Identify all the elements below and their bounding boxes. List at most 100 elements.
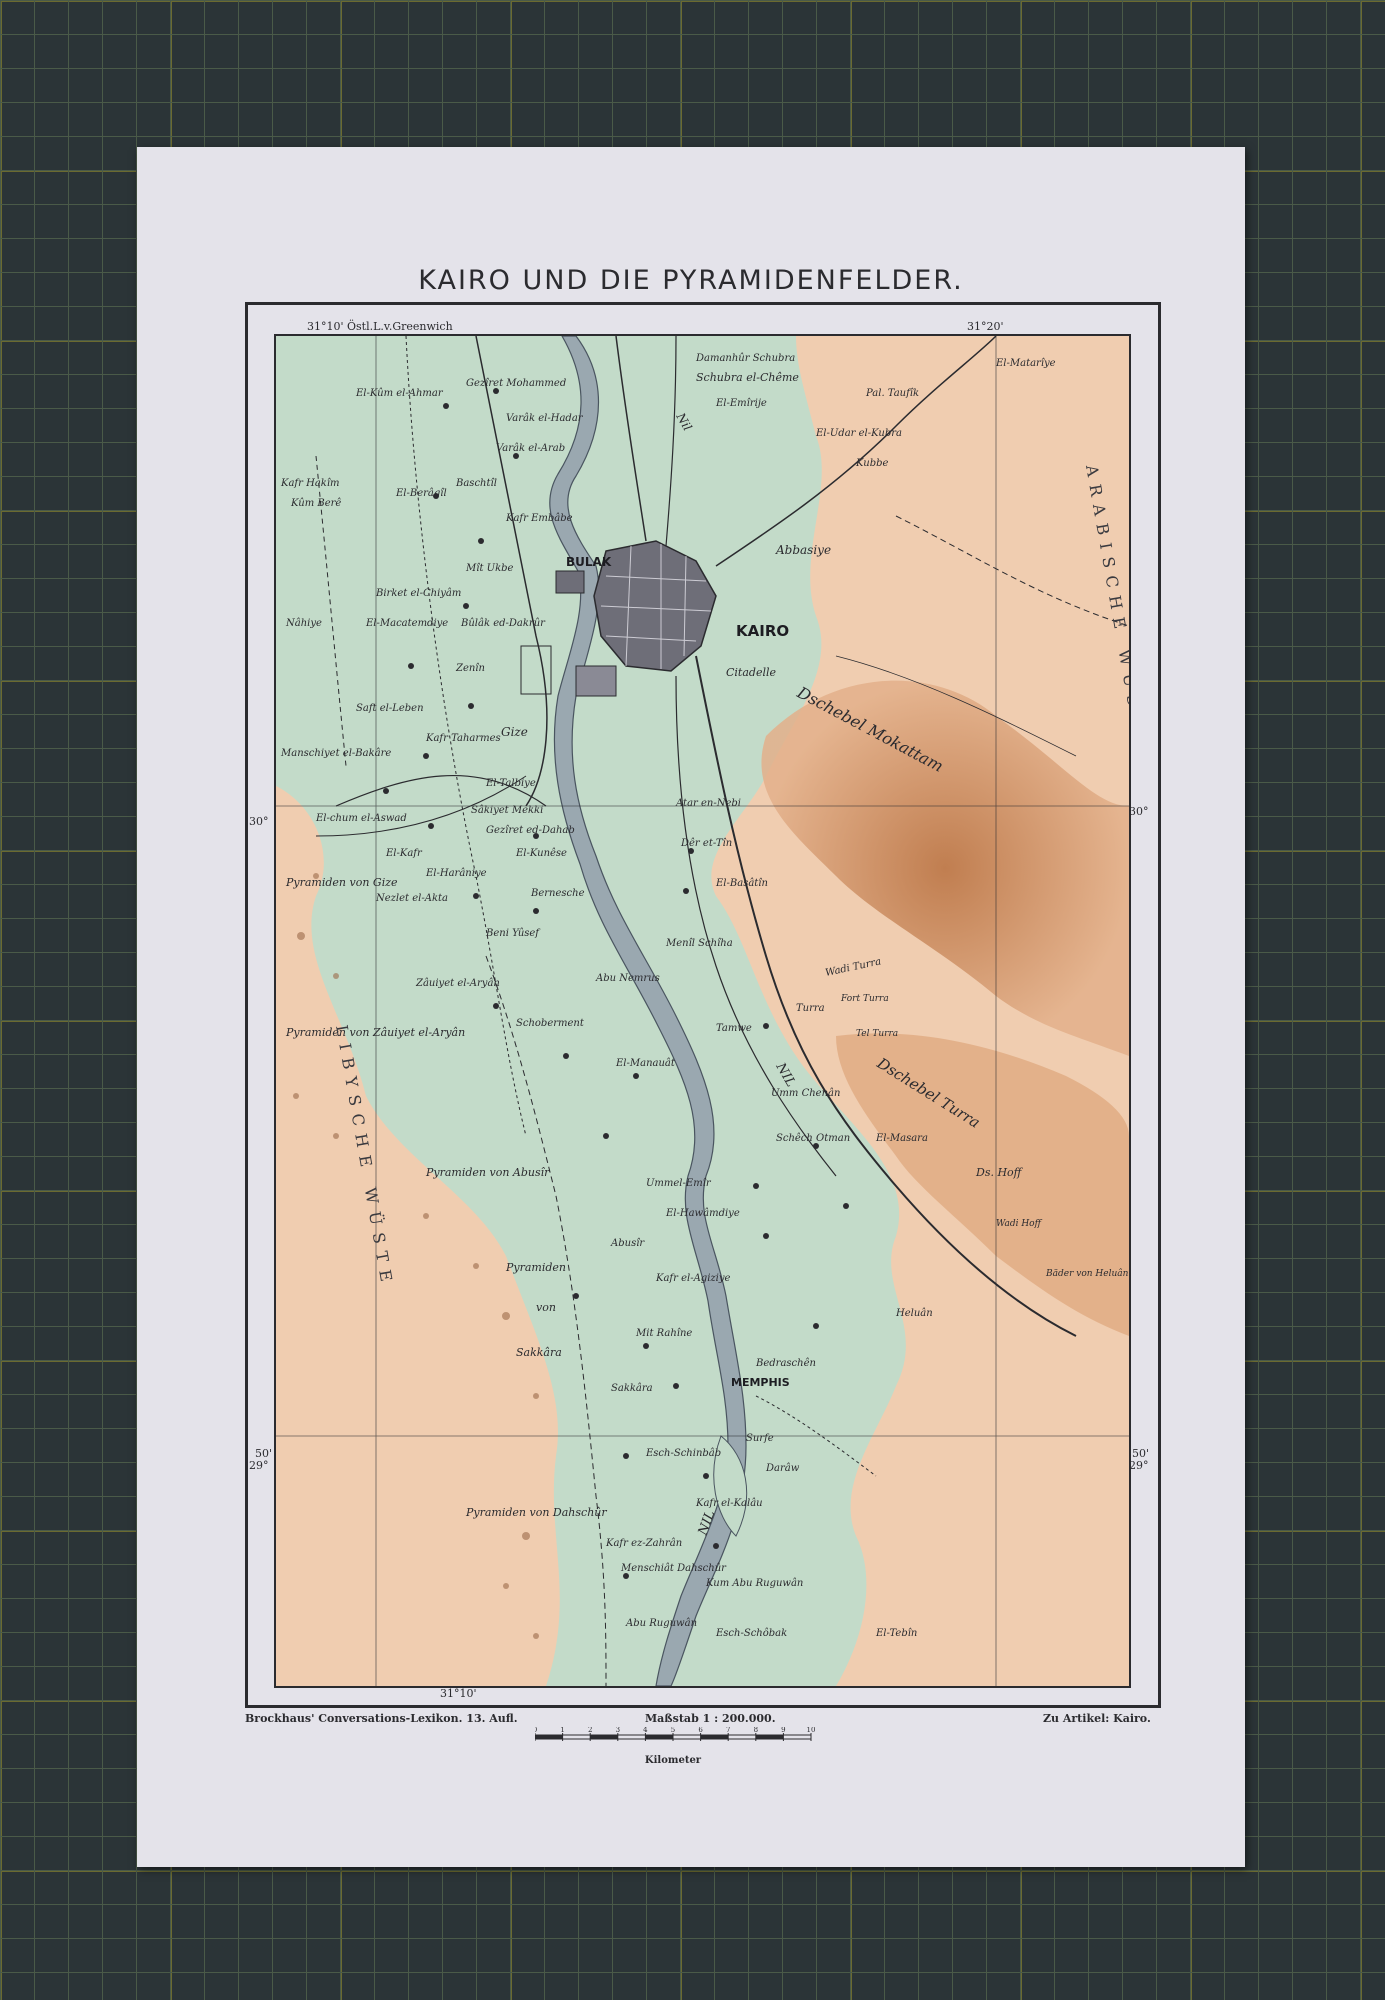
label-tel-turra: Tel Turra <box>856 1029 898 1039</box>
label-macatemdiye: El-Macatemdiye <box>365 618 448 629</box>
label-birket: Birket el-Chiyâm <box>375 588 461 599</box>
label-baschtil: Baschtîl <box>455 478 497 489</box>
label-manschiyet: Manschiyet el-Bakâre <box>280 748 391 759</box>
label-manawat: El-Manauât <box>615 1058 676 1069</box>
label-el-basatin: El-Basâtîn <box>715 878 768 889</box>
label-haraniye: El-Harâniye <box>425 868 487 879</box>
label-nezlet: Nezlet el-Akta <box>375 893 448 904</box>
map-svg: KAIRO BULAK Abbasiye Citadelle Gize MEMP… <box>276 336 1129 1686</box>
label-chumel: El-chum el-Aswad <box>315 813 407 824</box>
footer-article: Zu Artikel: Kairo. <box>1043 1712 1151 1725</box>
coord-top-left: 31°10' Östl.L.v.Greenwich <box>307 320 453 333</box>
label-pyramiden-gize: Pyramiden von Gize <box>285 876 398 889</box>
label-citadelle: Citadelle <box>726 666 777 679</box>
label-schech-otman: Schêch Otman <box>776 1133 850 1144</box>
label-tamwe: Tamwe <box>716 1023 752 1034</box>
label-damanhur: Damanhûr Schubra <box>695 353 795 364</box>
scale-tick-label: 0 <box>535 1727 537 1734</box>
label-daraw: Darâw <box>765 1463 800 1474</box>
label-ds-hoff: Ds. Hoff <box>975 1166 1024 1179</box>
label-bulak-dakrur: Bûlâk ed-Dakrûr <box>460 618 546 629</box>
label-sakkara: Sakkâra <box>611 1383 653 1394</box>
label-der-tin: Dêr et-Tîn <box>680 838 732 849</box>
label-gize: Gize <box>501 725 528 739</box>
label-schubra: Schubra el-Chême <box>696 371 799 384</box>
label-umm-chenan: Umm Chenân <box>771 1088 840 1099</box>
coord-left-30: 30° <box>249 815 269 828</box>
label-schoberment: Schoberment <box>516 1018 585 1029</box>
label-bernesche: Bernesche <box>530 888 585 899</box>
label-pal-taufik: Pal. Taufîk <box>865 388 919 399</box>
label-zauiyet: Zâuiyet el-Aryân <box>415 978 500 989</box>
label-abusir: Abusîr <box>610 1238 645 1249</box>
label-bedrasche: Bedraschên <box>755 1358 816 1369</box>
map-title: KAIRO UND DIE PYRAMIDENFELDER. <box>418 265 964 296</box>
label-esch-schobak: Esch-Schôbak <box>715 1628 787 1639</box>
label-pyramiden-abusir: Pyramiden von Abusîr <box>425 1166 550 1179</box>
label-bader-heluan: Bäder von Heluân <box>1045 1268 1129 1279</box>
scale-tick-label: 1 <box>560 1727 564 1734</box>
label-hawamdiye: El-Hawâmdiye <box>665 1208 740 1219</box>
label-el-teben: El-Tebîn <box>875 1628 917 1639</box>
scale-tick-label: 4 <box>643 1727 648 1734</box>
label-talbiye: El-Talbiye <box>485 778 536 789</box>
label-kum-abu: Kum Abu Ruguwân <box>705 1578 803 1589</box>
label-surfe: Surfe <box>746 1433 774 1444</box>
scale-bar: 0 1 2 3 4 5 6 7 8 9 10 Kilometer <box>535 1727 816 1766</box>
coord-bottom-left: 31°10' <box>440 1687 477 1700</box>
scale-unit: Kilometer <box>645 1755 702 1766</box>
label-kum-bere: Kûm Berê <box>290 498 341 509</box>
coord-top-right: 31°20' <box>967 320 1004 333</box>
label-kafr-taharmes: Kafr Taharmes <box>425 733 501 744</box>
label-sakiyet-mekki: Sâkiyet Mekki <box>471 805 543 816</box>
label-ummel-emir: Ummel-Emîr <box>646 1178 712 1189</box>
label-kafr-kalau: Kafr el-Kalâu <box>695 1498 763 1509</box>
scale-tick-label: 8 <box>754 1727 758 1734</box>
label-esch-schinbab: Esch-Schinbâb <box>645 1448 721 1459</box>
label-zenin: Zenîn <box>455 663 485 674</box>
label-kafr-zahran: Kafr ez-Zahrân <box>605 1538 682 1549</box>
label-nahiye: Nâhiye <box>285 618 322 629</box>
label-pyramiden-zawiyet: Pyramiden von Zâuiyet el-Aryân <box>285 1026 465 1039</box>
label-warak-arab: Varâk el-Arab <box>496 443 565 454</box>
scale-tick-label: 3 <box>616 1727 620 1734</box>
scale-tick-label: 9 <box>781 1727 785 1734</box>
label-atar-nebi: Atar en-Nebi <box>675 798 741 809</box>
label-pyramiden-dahschur: Pyramiden von Dahschûr <box>465 1506 607 1519</box>
label-kafr-hakim: Kafr Hakîm <box>280 478 340 489</box>
scale-tick-label: 2 <box>588 1727 592 1734</box>
label-gezirat-mohammed: Gezîret Mohammed <box>466 378 566 389</box>
label-el-udar: El-Udar el-Kubra <box>815 428 902 439</box>
label-heluan: Heluân <box>895 1308 933 1319</box>
label-saft: Saft el-Leben <box>356 703 424 714</box>
label-fort-turra: Fort Turra <box>840 994 889 1004</box>
label-pyramiden-sakkara-3: Sakkâra <box>516 1346 562 1359</box>
label-el-masara: El-Masara <box>875 1133 928 1144</box>
label-kafr-embabe: Kafr Embâbe <box>505 513 573 524</box>
scale-tick-label: 6 <box>698 1727 703 1734</box>
label-abu-ruguwan: Abu Ruguwân <box>625 1618 697 1629</box>
scale-tick-label: 10 <box>807 1727 816 1734</box>
map-sheet: KAIRO UND DIE PYRAMIDENFELDER. 31°10' Ös… <box>137 147 1245 1867</box>
label-warak-hadar: Varâk el-Hadar <box>506 413 584 424</box>
label-abu-nemrus: Abu Nemrus <box>595 973 660 984</box>
scale-tick-label: 7 <box>726 1727 730 1734</box>
coord-right-29: 29° <box>1129 1459 1149 1472</box>
coord-right-30: 30° <box>1129 805 1149 818</box>
label-gezirat-dahab: Gezîret ed-Dahab <box>486 825 575 836</box>
label-pyramiden-sakkara-2: von <box>536 1301 556 1314</box>
label-emirije: El-Emîrije <box>715 398 767 409</box>
label-menil: Menîl Schîha <box>665 938 733 949</box>
label-bulak: BULAK <box>566 555 612 569</box>
label-beni-yusef: Beni Yûsef <box>485 928 541 939</box>
label-abbasiye: Abbasiye <box>775 543 831 557</box>
label-memphis: MEMPHIS <box>731 1376 790 1389</box>
label-beragil: El-Berâgîl <box>395 488 447 499</box>
label-kairo: KAIRO <box>736 622 789 640</box>
label-el-kum: El-Kûm el-Ahmar <box>355 388 444 399</box>
label-turra: Turra <box>796 1003 825 1014</box>
footer-publisher: Brockhaus' Conversations-Lexikon. 13. Au… <box>245 1712 518 1725</box>
footer-scale: Maßstab 1 : 200.000. <box>645 1712 776 1725</box>
label-el-kafr: El-Kafr <box>385 848 423 859</box>
label-kafr-agiziye: Kafr el-Agiziye <box>655 1273 731 1284</box>
